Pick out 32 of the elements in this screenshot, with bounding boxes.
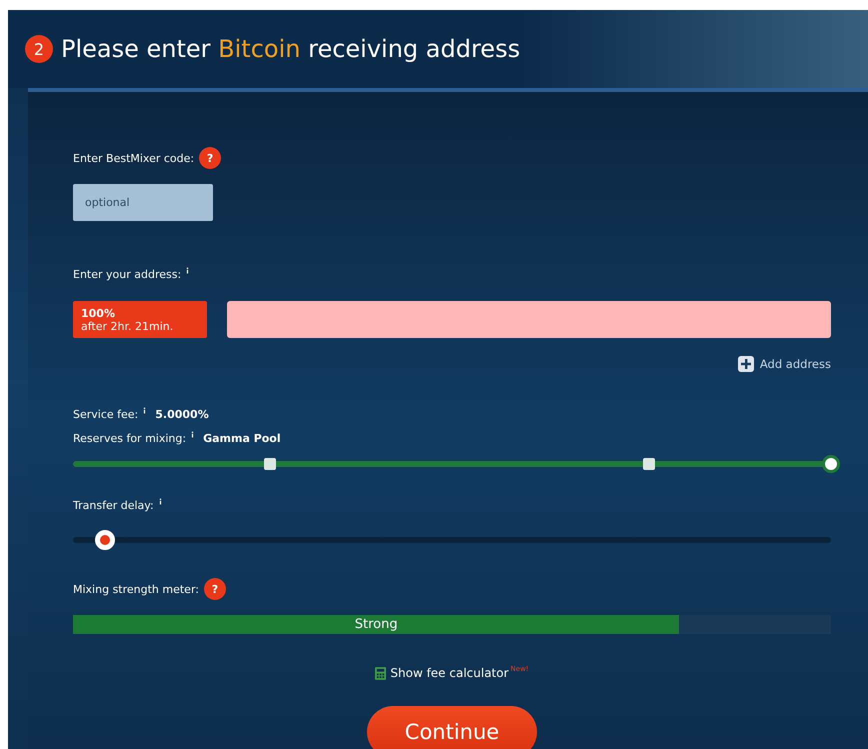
help-button[interactable]: ? (204, 578, 226, 600)
delay-slider-thumb[interactable] (94, 530, 115, 550)
info-icon (158, 498, 162, 505)
distribution-box[interactable]: 100% after 2hr. 21min. (73, 301, 207, 338)
slider-stop-handle[interactable] (643, 458, 656, 470)
code-field[interactable]: optional (73, 184, 213, 221)
address-label: Enter your address: (73, 268, 182, 280)
slider-stop-handle[interactable] (264, 458, 276, 470)
info-icon (191, 431, 194, 438)
address-field[interactable] (227, 301, 831, 338)
reserves-value: Gamma Pool (203, 432, 281, 444)
new-label: New! (510, 666, 529, 673)
fee-label: Service fee: (73, 408, 138, 420)
continue-button[interactable]: Continue (367, 706, 537, 749)
help-button[interactable]: ? (199, 147, 222, 169)
strength-text: Strong (354, 616, 399, 634)
fee-value: 5.0000% (155, 408, 209, 420)
transfer-delay-label: Transfer delay: (73, 498, 154, 512)
reserves-label: Reserves for mixing: (73, 432, 186, 444)
plus-icon (738, 356, 754, 372)
share-percent: 100% (81, 306, 116, 320)
share-delay: after 2hr. 21min. (81, 320, 174, 332)
code-label: Enter BestMixer code: (73, 152, 194, 164)
add-address-link[interactable]: Add address (738, 356, 831, 372)
calculator-icon (375, 666, 386, 680)
info-icon (143, 407, 146, 414)
info-icon (186, 267, 190, 274)
step-number: 2 (25, 35, 53, 63)
strength-label: Mixing strength meter: (73, 582, 199, 596)
page-title: Please enter Bitcoin receiving address (61, 35, 520, 63)
fee-calculator-link[interactable]: Show fee calculator (375, 666, 509, 680)
reserves-slider-thumb[interactable] (822, 455, 840, 473)
